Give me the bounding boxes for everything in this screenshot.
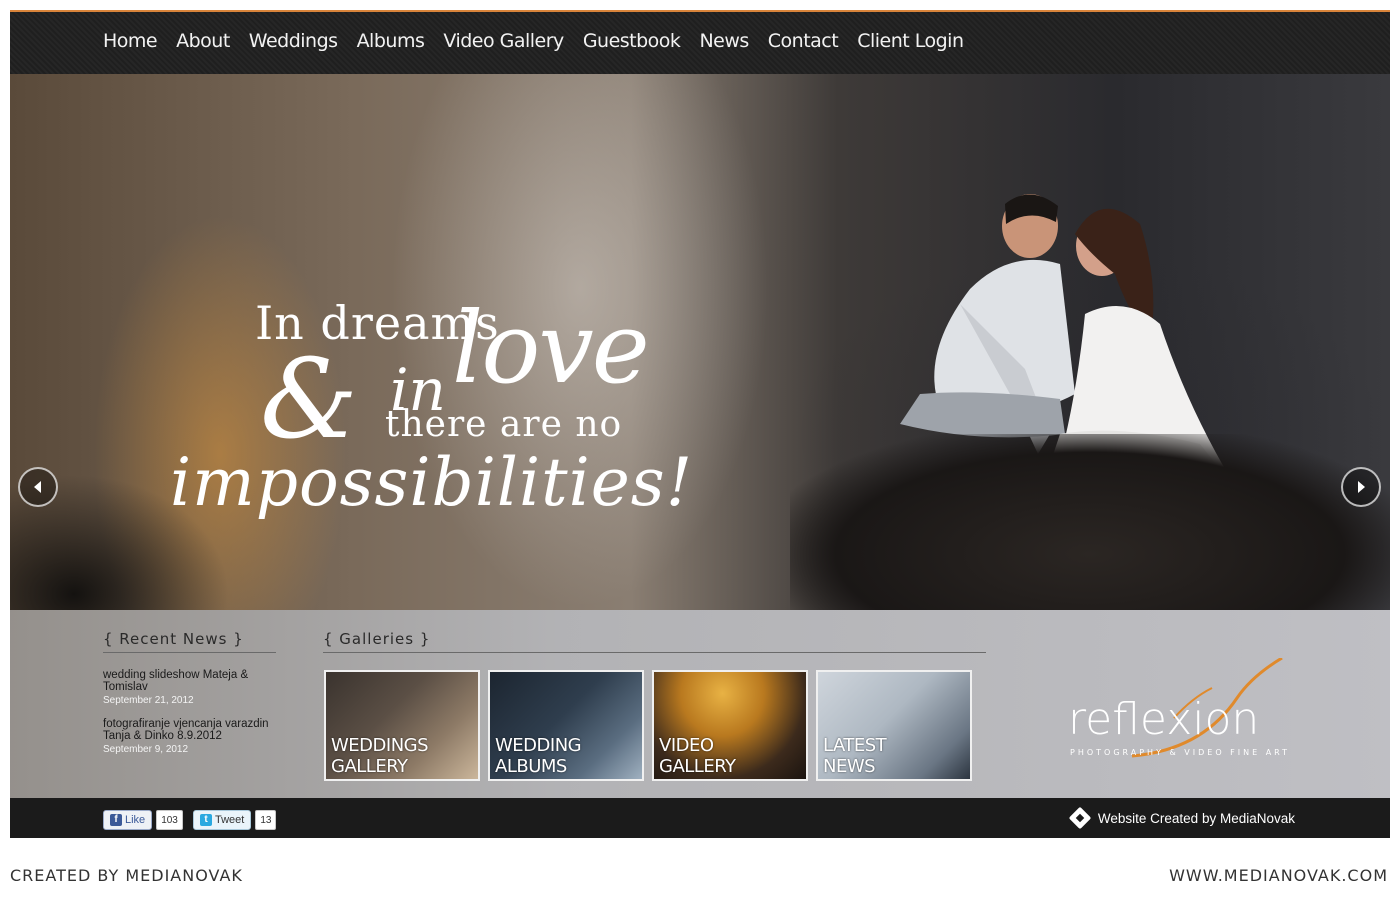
slider-next-button[interactable]	[1341, 467, 1381, 507]
nav-video-gallery[interactable]: Video Gallery	[443, 30, 564, 52]
tweet-label: Tweet	[215, 814, 245, 826]
website-frame: Home About Weddings Albums Video Gallery…	[10, 10, 1390, 838]
galleries-title: { Galleries }	[323, 630, 431, 648]
logo-tagline: PHOTOGRAPHY & VIDEO FINE ART	[1070, 748, 1291, 757]
tweet-button[interactable]: t Tweet	[193, 810, 252, 830]
tile-label: LATEST NEWS	[823, 735, 887, 777]
tile-label: WEDDINGS GALLERY	[331, 735, 429, 777]
twitter-icon: t	[200, 814, 212, 826]
nav-contact[interactable]: Contact	[768, 30, 839, 52]
tweet-count: 13	[255, 810, 277, 830]
nav-about[interactable]: About	[176, 30, 230, 52]
quote-ampersand: &	[260, 335, 358, 463]
weddings-gallery-tile[interactable]: WEDDINGS GALLERY	[324, 670, 480, 781]
quote-line-3: there are no	[385, 404, 623, 445]
site-credit[interactable]: Website Created by MediaNovak	[1068, 806, 1295, 830]
facebook-like-button[interactable]: f Like	[103, 810, 153, 830]
hero-quote: In dreams love & in there are no impossi…	[160, 292, 692, 556]
facebook-like-count: 103	[156, 810, 183, 830]
slider-prev-button[interactable]	[18, 467, 58, 507]
news-item-title[interactable]: wedding slideshow Mateja & Tomislav	[103, 669, 273, 693]
nav-news[interactable]: News	[699, 30, 749, 52]
footer-bar: f Like 103 t Tweet 13 Website Created by…	[10, 798, 1390, 838]
quote-line-4: impossibilities!	[170, 444, 694, 521]
news-item[interactable]: fotografiranje vjencanja varazdin Tanja …	[103, 718, 273, 755]
reflexion-logo[interactable]: reflexion PHOTOGRAPHY & VIDEO FINE ART	[1062, 658, 1302, 768]
latest-news-tile[interactable]: LATEST NEWS	[816, 670, 972, 781]
nav-weddings[interactable]: Weddings	[249, 30, 338, 52]
chevron-left-icon	[34, 481, 41, 493]
main-nav: Home About Weddings Albums Video Gallery…	[10, 12, 1390, 74]
medianovak-icon	[1068, 806, 1092, 830]
divider	[103, 652, 276, 653]
twitter-tweet[interactable]: t Tweet 13	[193, 810, 277, 830]
medianovak-url[interactable]: WWW.MEDIANOVAK.COM	[1169, 866, 1388, 885]
nav-guestbook[interactable]: Guestbook	[583, 30, 681, 52]
quote-love: love	[452, 292, 650, 406]
facebook-icon: f	[110, 814, 122, 826]
nav-albums[interactable]: Albums	[357, 30, 425, 52]
nav-client-login[interactable]: Client Login	[857, 30, 964, 52]
news-item-date: September 21, 2012	[103, 695, 194, 706]
site-credit-text: Website Created by MediaNovak	[1097, 810, 1295, 826]
wedding-albums-tile[interactable]: WEDDING ALBUMS	[488, 670, 644, 781]
created-by-label: CREATED BY MEDIANOVAK	[10, 866, 243, 885]
news-item[interactable]: wedding slideshow Mateja & Tomislav Sept…	[103, 669, 273, 706]
news-item-date: September 9, 2012	[103, 744, 189, 755]
tile-label: VIDEO GALLERY	[659, 735, 736, 777]
logo-wordmark: reflexion	[1068, 694, 1260, 745]
tile-label: WEDDING ALBUMS	[495, 735, 582, 777]
bottom-panel: { Recent News } wedding slideshow Mateja…	[10, 610, 1390, 798]
chevron-right-icon	[1358, 481, 1365, 493]
divider	[323, 652, 986, 653]
facebook-like[interactable]: f Like 103	[103, 810, 183, 830]
nav-home[interactable]: Home	[103, 30, 158, 52]
news-item-title[interactable]: fotografiranje vjencanja varazdin Tanja …	[103, 718, 273, 742]
facebook-like-label: Like	[125, 814, 146, 826]
video-gallery-tile[interactable]: VIDEO GALLERY	[652, 670, 808, 781]
recent-news-title: { Recent News }	[103, 630, 244, 648]
foreground-rocks	[790, 434, 1390, 610]
hero-slider: In dreams love & in there are no impossi…	[10, 74, 1390, 610]
